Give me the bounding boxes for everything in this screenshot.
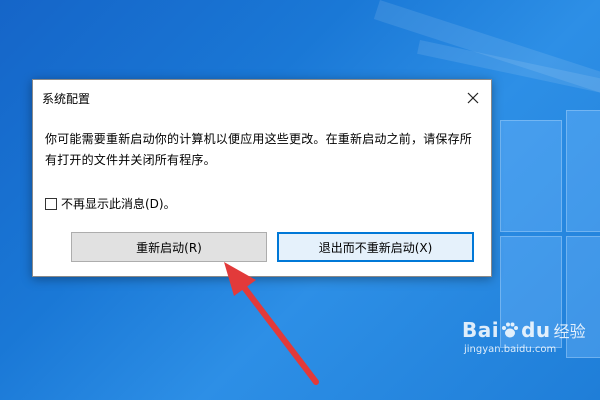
- dont-show-again-label: 不再显示此消息(D)。: [61, 197, 176, 211]
- dialog-message: 你可能需要重新启动你的计算机以便应用这些更改。在重新启动之前，请保存所有打开的文…: [45, 132, 473, 167]
- windows-logo-pane: [566, 110, 600, 232]
- watermark-brand-suffix: du: [521, 318, 551, 342]
- watermark-url: jingyan.baidu.com: [464, 344, 557, 355]
- exit-without-restart-button[interactable]: 退出而不重新启动(X): [277, 232, 474, 262]
- restart-button[interactable]: 重新启动(R): [71, 232, 267, 262]
- dont-show-again-checkbox[interactable]: [45, 197, 57, 210]
- dont-show-again-option[interactable]: 不再显示此消息(D)。: [45, 195, 176, 212]
- system-config-dialog: 系统配置 你可能需要重新启动你的计算机以便应用这些更改。在重新启动之前，请保存所…: [32, 79, 492, 277]
- baidu-watermark: Bai du 经验 jingyan.baidu.com: [462, 318, 587, 378]
- dialog-title: 系统配置: [42, 91, 91, 106]
- paw-icon: [502, 322, 519, 338]
- watermark-brand-prefix: Bai: [462, 318, 500, 342]
- desktop-background: 系统配置 你可能需要重新启动你的计算机以便应用这些更改。在重新启动之前，请保存所…: [0, 0, 600, 400]
- dialog-titlebar[interactable]: 系统配置: [33, 80, 491, 116]
- close-button[interactable]: [459, 84, 487, 112]
- close-icon: [467, 92, 479, 104]
- windows-logo-pane: [500, 120, 562, 232]
- watermark-product: 经验: [553, 322, 586, 341]
